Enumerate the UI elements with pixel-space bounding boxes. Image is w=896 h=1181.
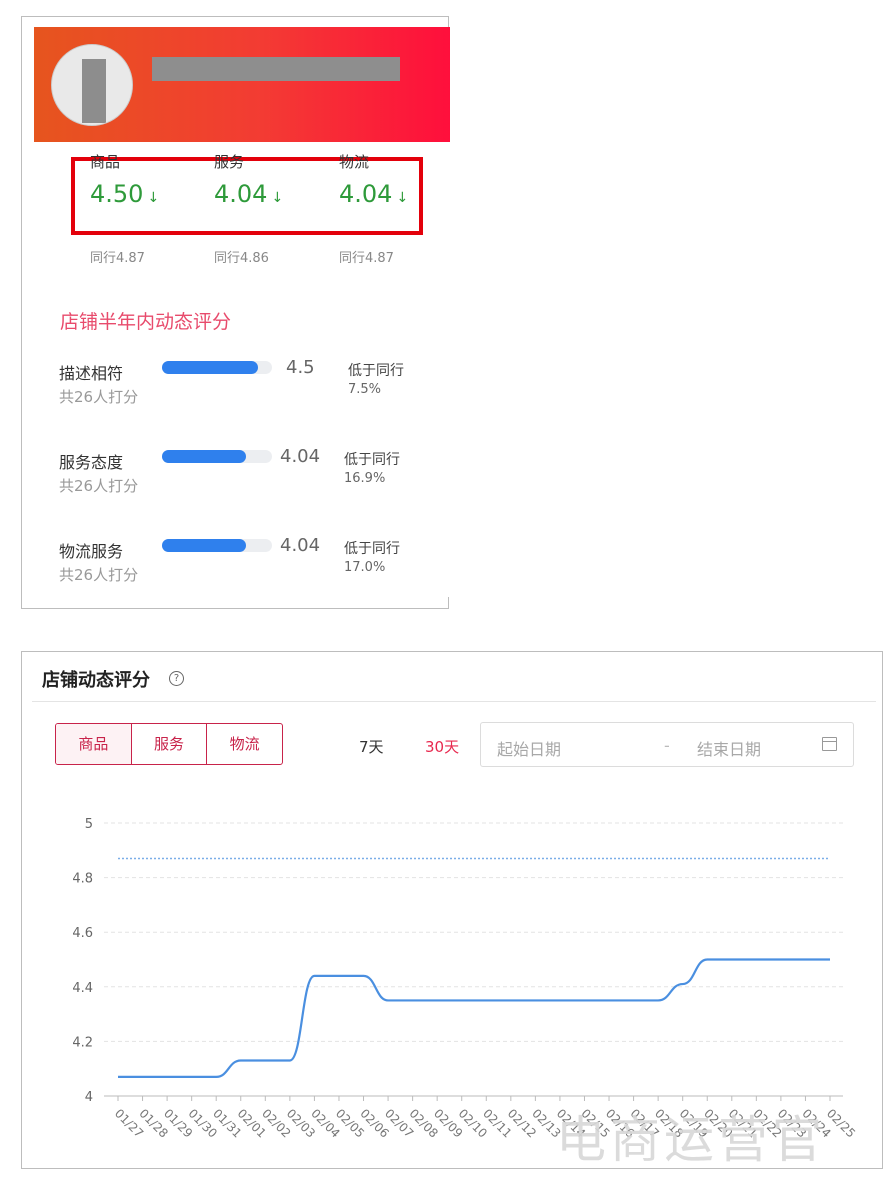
y-tick-label: 4.4: [72, 981, 93, 996]
y-tick-label: 4.6: [72, 926, 93, 941]
score-series-line: [117, 958, 830, 1078]
y-tick-label: 4.2: [72, 1035, 93, 1050]
score-trend-chart: 44.24.44.64.8501/2701/2801/2901/3001/310…: [72, 817, 858, 1141]
y-tick-label: 4: [85, 1090, 93, 1105]
y-tick-label: 5: [85, 817, 93, 832]
watermark: 电商运营官: [556, 1111, 826, 1169]
y-tick-label: 4.8: [72, 872, 93, 887]
x-tick-label: 02/25: [824, 1106, 858, 1140]
